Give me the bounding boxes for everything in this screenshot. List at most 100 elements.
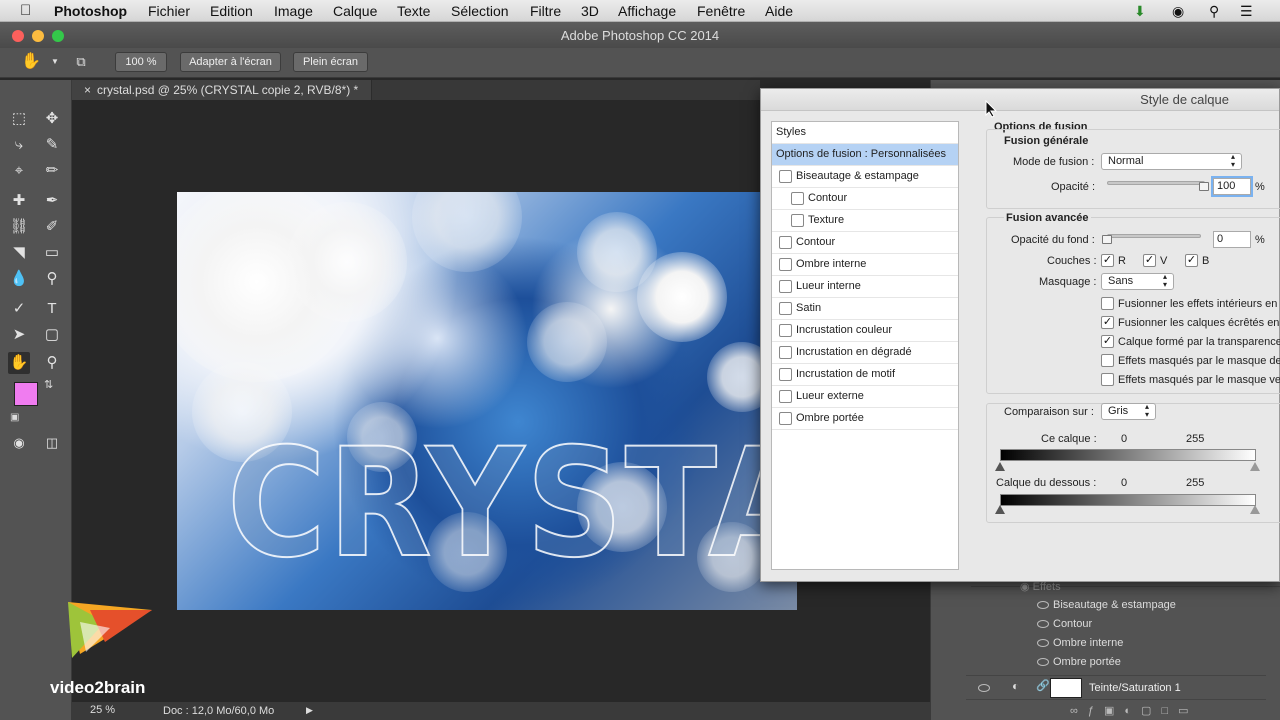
effect-item[interactable]: Ombre portée — [1053, 656, 1121, 668]
full-screen-button[interactable]: Plein écran — [293, 52, 368, 72]
add-mask-icon[interactable]: ▣ — [1104, 705, 1124, 717]
swap-colors-icon[interactable]: ⇅ — [44, 378, 53, 391]
knockout-select[interactable]: Sans — [1101, 273, 1174, 290]
history-brush-tool-icon[interactable]: ✐ — [41, 216, 63, 238]
style-item-checkbox[interactable] — [779, 368, 792, 381]
pen-tool-icon[interactable]: ✓ — [8, 298, 30, 320]
menu-image[interactable]: Image — [274, 3, 313, 19]
move-tool-icon[interactable]: ✥ — [41, 108, 63, 130]
opacity-slider-handle[interactable] — [1199, 182, 1209, 191]
screen-mode-icon[interactable]: ◫ — [41, 432, 63, 454]
blend-mode-select[interactable]: Normal — [1101, 153, 1242, 170]
effect-eye-icon[interactable] — [1037, 658, 1049, 666]
rectangle-tool-icon[interactable]: ▢ — [41, 324, 63, 346]
style-item-checkbox[interactable] — [779, 412, 792, 425]
style-item[interactable]: Incrustation de motif — [772, 364, 958, 386]
style-item[interactable]: Ombre portée — [772, 408, 958, 430]
status-zoom[interactable]: 25 % — [90, 704, 115, 716]
blend-if-select[interactable]: Gris — [1101, 403, 1156, 420]
blend-option-checkbox[interactable] — [1101, 297, 1114, 310]
scroll-all-windows-icon[interactable]: ⧉ — [70, 51, 92, 73]
menu-3d[interactable]: 3D — [581, 3, 599, 19]
menu-fenetre[interactable]: Fenêtre — [697, 3, 745, 19]
zoom-100-button[interactable]: 100 % — [115, 52, 167, 72]
style-item-checkbox[interactable] — [779, 236, 792, 249]
layer-visibility-eye-icon[interactable] — [978, 684, 990, 692]
menu-edition[interactable]: Edition — [210, 3, 253, 19]
new-layer-icon[interactable]: □ — [1161, 705, 1178, 717]
style-item-checkbox[interactable] — [779, 280, 792, 293]
style-item[interactable]: Lueur externe — [772, 386, 958, 408]
menu-affichage[interactable]: Affichage — [618, 3, 676, 19]
underlying-layer-white-handle[interactable] — [1250, 505, 1260, 514]
effect-item[interactable]: Contour — [1053, 618, 1092, 630]
style-item-checkbox[interactable] — [779, 170, 792, 183]
fill-opacity-slider[interactable] — [1107, 234, 1201, 238]
download-icon[interactable]: ⬇ — [1134, 3, 1146, 20]
style-item[interactable]: Incrustation couleur — [772, 320, 958, 342]
fit-screen-button[interactable]: Adapter à l'écran — [180, 52, 281, 72]
brush-tool-icon[interactable]: ✒ — [41, 190, 63, 212]
style-item-checkbox[interactable] — [791, 192, 804, 205]
menu-filtre[interactable]: Filtre — [530, 3, 561, 19]
zoom-tool-icon[interactable]: ⚲ — [41, 352, 63, 374]
sync-icon[interactable]: ◉ — [1172, 3, 1184, 20]
quick-mask-icon[interactable]: ◉ — [8, 432, 30, 454]
dodge-tool-icon[interactable]: ⚲ — [41, 268, 63, 290]
this-layer-white-handle[interactable] — [1250, 462, 1260, 471]
close-tab-icon[interactable]: × — [84, 83, 91, 97]
menu-selection[interactable]: Sélection — [451, 3, 509, 19]
document-tab[interactable]: × crystal.psd @ 25% (CRYSTAL copie 2, RVB… — [72, 80, 372, 100]
style-item-checkbox[interactable] — [779, 302, 792, 315]
quick-selection-tool-icon[interactable]: ✎ — [41, 134, 63, 156]
blend-option-checkbox[interactable]: ✓ — [1101, 335, 1114, 348]
fill-opacity-input[interactable]: 0 — [1213, 231, 1251, 248]
effect-eye-icon[interactable] — [1037, 601, 1049, 609]
styles-header[interactable]: Styles — [772, 122, 958, 144]
style-item[interactable]: Satin — [772, 298, 958, 320]
fill-opacity-slider-handle[interactable] — [1102, 235, 1112, 244]
path-selection-tool-icon[interactable]: ➤ — [8, 324, 30, 346]
eraser-tool-icon[interactable]: ◥ — [8, 242, 30, 264]
new-group-icon[interactable]: ▢ — [1141, 705, 1161, 717]
foreground-color-swatch[interactable] — [14, 382, 38, 406]
effect-eye-icon[interactable] — [1037, 620, 1049, 628]
menu-texte[interactable]: Texte — [397, 3, 430, 19]
eyedropper-tool-icon[interactable]: ✏ — [41, 160, 63, 182]
layer-row[interactable]: ◐ 🔗 Teinte/Saturation 1 — [966, 675, 1266, 700]
underlying-layer-black-handle[interactable] — [995, 505, 1005, 514]
effect-eye-icon[interactable] — [1037, 639, 1049, 647]
style-item-checkbox[interactable] — [779, 324, 792, 337]
status-menu-arrow-icon[interactable]: ▶ — [306, 705, 313, 716]
crop-tool-icon[interactable]: ⌖ — [8, 160, 30, 182]
clone-stamp-tool-icon[interactable]: ⛓ — [8, 216, 30, 238]
blend-option-checkbox[interactable] — [1101, 354, 1114, 367]
hand-tool-preset-icon[interactable]: ✋ — [20, 51, 42, 73]
delete-layer-icon[interactable]: ▭ — [1178, 705, 1198, 717]
gradient-tool-icon[interactable]: ▭ — [41, 242, 63, 264]
style-item[interactable]: Options de fusion : Personnalisées — [772, 144, 958, 166]
blend-option-checkbox[interactable]: ✓ — [1101, 316, 1114, 329]
default-colors-icon[interactable]: ▣ — [10, 412, 19, 423]
link-layers-icon[interactable]: ∞ — [1070, 705, 1088, 717]
adjustment-icon[interactable]: ◐ — [1124, 705, 1141, 717]
effect-item[interactable]: Biseautage & estampage — [1053, 599, 1176, 611]
style-item[interactable]: Ombre interne — [772, 254, 958, 276]
list-icon[interactable]: ☰ — [1240, 3, 1253, 20]
fx-icon[interactable]: ƒ — [1088, 705, 1104, 717]
style-item[interactable]: Biseautage & estampage — [772, 166, 958, 188]
style-item[interactable]: Contour — [772, 232, 958, 254]
channel-checkbox[interactable]: ✓ — [1143, 254, 1156, 267]
channel-checkbox[interactable]: ✓ — [1185, 254, 1198, 267]
marquee-tool-icon[interactable]: ⬚ — [8, 108, 30, 130]
channel-checkbox[interactable]: ✓ — [1101, 254, 1114, 267]
style-item[interactable]: Contour — [772, 188, 958, 210]
opacity-slider[interactable] — [1107, 181, 1205, 185]
app-menu[interactable]: Photoshop — [54, 3, 127, 19]
preset-dropdown-icon[interactable]: ▼ — [44, 51, 66, 73]
hand-tool-icon[interactable]: ✋ — [8, 352, 30, 374]
type-tool-icon[interactable]: T — [41, 298, 63, 320]
style-item-checkbox[interactable] — [779, 390, 792, 403]
style-item[interactable]: Texture — [772, 210, 958, 232]
lasso-tool-icon[interactable]: ⤷ — [8, 134, 30, 156]
